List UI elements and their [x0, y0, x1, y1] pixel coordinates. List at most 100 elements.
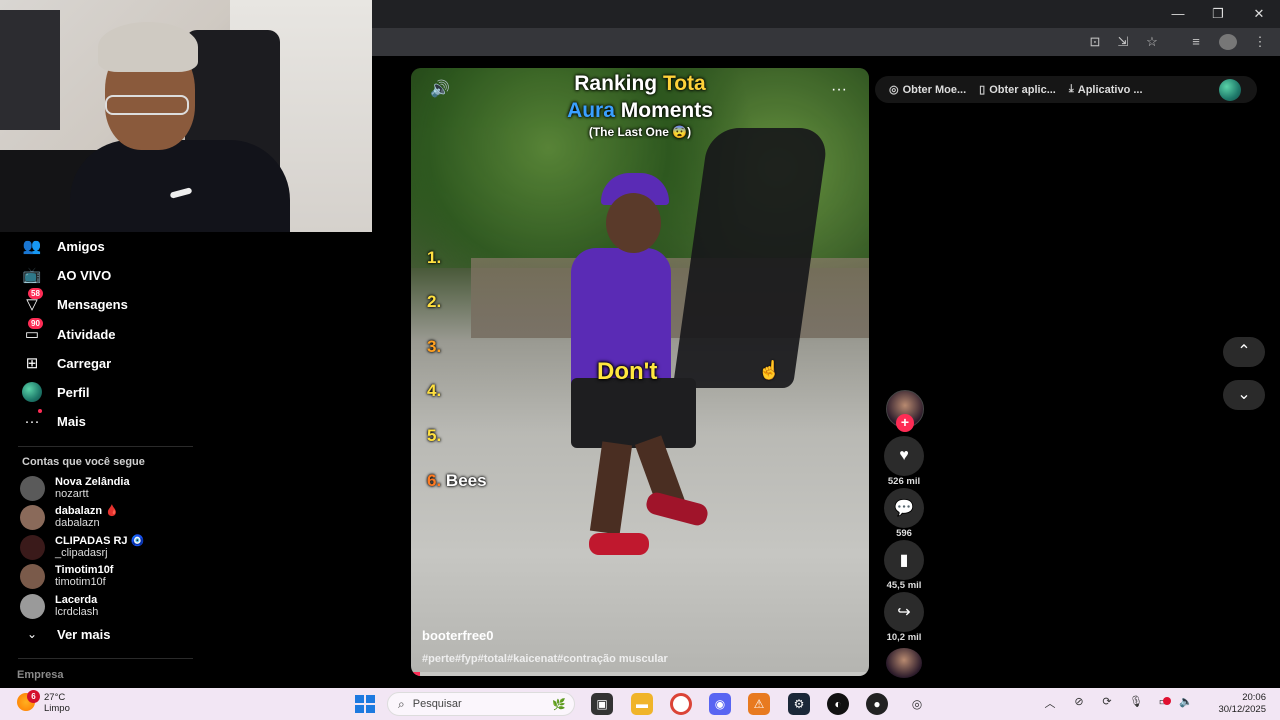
- see-more-label: Ver mais: [57, 626, 111, 642]
- divider: [18, 658, 193, 659]
- get-app-button[interactable]: ▯ Obter aplic...: [979, 83, 1056, 97]
- video-player[interactable]: Ranking Tota Aura Moments (The Last One …: [411, 68, 869, 676]
- video-hashtags[interactable]: #perte#fyp#total#kaicenat#contração musc…: [422, 653, 668, 665]
- sidebar-item-mais[interactable]: ··· Mais: [20, 408, 86, 434]
- task-view-icon[interactable]: ▣: [591, 693, 613, 715]
- account-handle: lcrdclash: [55, 606, 99, 618]
- account-handle: timotim10f: [55, 576, 106, 588]
- video-progress-bar[interactable]: [411, 672, 869, 676]
- messages-icon: ▽ 58: [20, 288, 44, 314]
- close-window-button[interactable]: ✕: [1244, 4, 1274, 24]
- taskbar-search[interactable]: ⌕ Pesquisar 🌿: [387, 692, 575, 716]
- tray-sync-icon[interactable]: ⟳: [1098, 695, 1116, 708]
- search-icon: ⌕: [398, 696, 405, 711]
- microphone-icon[interactable]: 🎙: [1127, 695, 1145, 708]
- app-warning-icon[interactable]: ⚠: [748, 693, 770, 715]
- like-button[interactable]: ♥: [884, 436, 924, 476]
- sidebar-item-label: Carregar: [57, 355, 112, 371]
- rank-label: 5.: [427, 426, 442, 445]
- browser-titlebar: [372, 0, 1280, 28]
- sidebar-item-label: Mais: [57, 413, 86, 429]
- sound-disc-icon[interactable]: [886, 648, 922, 678]
- obs-icon[interactable]: ◎: [906, 693, 928, 715]
- media-control-icon[interactable]: ≡: [1187, 34, 1205, 50]
- file-explorer-icon[interactable]: ▬: [631, 693, 653, 715]
- account-handle: nozartt: [55, 488, 89, 500]
- see-more-link[interactable]: ⌄ Ver mais: [20, 621, 111, 647]
- capcut-icon[interactable]: ◐: [827, 693, 849, 715]
- follow-button[interactable]: +: [896, 414, 914, 432]
- next-video-button[interactable]: ⌄: [1223, 380, 1265, 410]
- browser-menu-icon[interactable]: ⋮: [1251, 34, 1269, 50]
- steam-icon[interactable]: ⚙: [788, 693, 810, 715]
- account-name: dabalazn 🩸: [55, 505, 119, 517]
- following-account[interactable]: CLIPADAS RJ 🧿 _clipadasrj: [20, 533, 144, 561]
- get-coins-button[interactable]: ◎ Obter Moe...: [889, 83, 966, 97]
- coin-icon: ◎: [889, 84, 899, 96]
- previous-video-button[interactable]: ⌃: [1223, 337, 1265, 367]
- rank-label: 4.: [427, 381, 442, 400]
- comment-button[interactable]: 💬: [884, 488, 924, 528]
- volume-icon[interactable]: 🔈: [1177, 695, 1195, 708]
- sidebar-item-carregar[interactable]: ⊞ Carregar: [20, 350, 112, 376]
- install-app-icon[interactable]: ⇲: [1114, 34, 1132, 50]
- activity-icon: ▭ 90: [20, 318, 44, 344]
- mute-icon[interactable]: 🔊: [428, 78, 452, 102]
- sidebar-item-label: Perfil: [57, 384, 90, 400]
- following-account[interactable]: Lacerda lcrdclash: [20, 592, 98, 620]
- progress-fill: [411, 672, 421, 676]
- desktop-app-button[interactable]: ⤓ Aplicativo ...: [1069, 83, 1143, 96]
- app-icon[interactable]: ●: [866, 693, 888, 715]
- avatar: [20, 563, 45, 589]
- messages-badge: 58: [28, 288, 43, 299]
- following-title: Contas que você segue: [22, 456, 145, 468]
- tray-expand-icon[interactable]: ︿: [1041, 695, 1059, 711]
- sidebar-item-amigos[interactable]: 👥 Amigos: [20, 233, 105, 259]
- more-options-icon[interactable]: ···: [827, 78, 851, 102]
- taskbar-clock[interactable]: 20:06 30/12/2025: [1198, 692, 1266, 716]
- sidebar-item-perfil[interactable]: Perfil: [20, 379, 90, 405]
- sidebar-item-label: Atividade: [57, 326, 116, 342]
- activity-badge: 90: [28, 318, 43, 329]
- weather-widget[interactable]: 27°C Limpo: [44, 692, 70, 714]
- account-name: Timotim10f: [55, 564, 114, 576]
- following-account[interactable]: Nova Zelândia nozartt: [20, 474, 130, 502]
- notification-dot: [1163, 697, 1171, 705]
- comment-count: 596: [896, 528, 912, 539]
- search-placeholder: Pesquisar: [412, 698, 462, 710]
- video-title-line1: Ranking Tota: [574, 72, 706, 95]
- tray-app-icon[interactable]: ⊘: [1070, 695, 1088, 708]
- chevron-down-icon: ⌄: [26, 627, 38, 641]
- bookmark-star-icon[interactable]: ☆: [1143, 34, 1161, 50]
- profile-icon[interactable]: [1219, 34, 1237, 50]
- live-icon: 📺: [22, 267, 42, 284]
- sidebar-item-mensagens[interactable]: ▽ 58 Mensagens: [20, 288, 128, 317]
- video-title-line2: Aura Moments: [567, 99, 713, 122]
- rank-label: 1.: [427, 248, 442, 267]
- restore-button[interactable]: ❐: [1203, 4, 1233, 24]
- save-button[interactable]: ▮: [884, 540, 924, 580]
- footer-empresa[interactable]: Empresa: [17, 669, 63, 681]
- hand-cursor-icon: ☝: [758, 360, 781, 380]
- share-button[interactable]: ↪: [884, 592, 924, 632]
- minimize-button[interactable]: —: [1163, 4, 1193, 24]
- following-account[interactable]: dabalazn 🩸 dabalazn: [20, 503, 119, 531]
- avatar: [20, 475, 45, 501]
- sidebar-item-ao-vivo[interactable]: 📺 AO VIVO: [20, 262, 112, 288]
- discord-icon[interactable]: ◉: [709, 693, 731, 715]
- chrome-icon[interactable]: [670, 693, 692, 715]
- share-count: 10,2 mil: [886, 632, 922, 643]
- bookmark-icon: ▮: [899, 552, 909, 569]
- more-icon: ···: [20, 409, 44, 431]
- video-title-line3: (The Last One 😨): [588, 125, 692, 139]
- translate-icon[interactable]: ⊡: [1086, 34, 1104, 50]
- chevron-up-icon: ⌃: [1237, 343, 1251, 360]
- video-author[interactable]: booterfree0: [422, 628, 494, 643]
- account-handle: _clipadasrj: [55, 547, 108, 559]
- start-button[interactable]: [355, 695, 375, 713]
- sidebar-item-atividade[interactable]: ▭ 90 Atividade: [20, 318, 116, 347]
- rank-label: 3.: [427, 337, 442, 356]
- profile-avatar[interactable]: [1219, 79, 1241, 101]
- search-highlight-icon: 🌿: [552, 698, 566, 711]
- following-account[interactable]: Timotim10f timotim10f: [20, 562, 113, 590]
